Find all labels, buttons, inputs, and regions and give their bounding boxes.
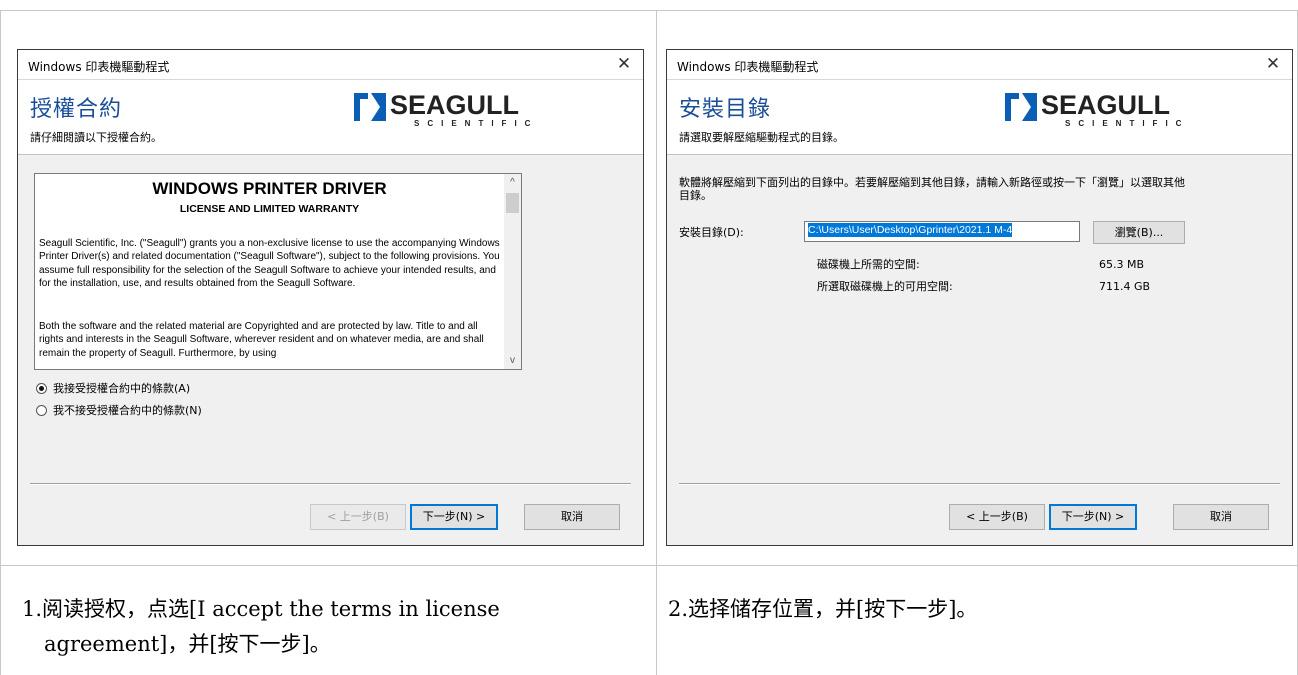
- grid-line: [0, 10, 1, 675]
- close-icon[interactable]: ✕: [613, 53, 635, 75]
- close-icon[interactable]: ✕: [1262, 53, 1284, 75]
- back-button[interactable]: < 上一步(B): [949, 504, 1045, 530]
- grid-line: [0, 565, 1298, 566]
- logo-wordmark: SEAGULL: [390, 90, 520, 120]
- license-text-box[interactable]: WINDOWS PRINTER DRIVER LICENSE AND LIMIT…: [34, 173, 522, 370]
- accept-radio-row[interactable]: 我接受授權合約中的條款(A): [36, 380, 190, 396]
- window-title: Windows 印表機驅動程式: [28, 60, 170, 74]
- page-subtitle: 請選取要解壓縮驅動程式的目錄。: [679, 131, 844, 144]
- page-subtitle: 請仔細閱讀以下授權合約。: [30, 131, 162, 144]
- page-title: 安裝目錄: [679, 97, 772, 122]
- wizard-header: 安裝目錄 請選取要解壓縮驅動程式的目錄。 SEAGULL SCIENTIFIC: [667, 80, 1292, 155]
- license-title: WINDOWS PRINTER DRIVER: [152, 179, 387, 198]
- scrollbar[interactable]: ^ v: [504, 174, 521, 369]
- cancel-button[interactable]: 取消: [524, 504, 620, 530]
- logo-wordmark: SEAGULL: [1041, 90, 1171, 120]
- accept-radio[interactable]: [36, 382, 47, 394]
- browse-button[interactable]: 瀏覽(B)...: [1093, 221, 1185, 244]
- scroll-thumb[interactable]: [506, 193, 519, 213]
- seagull-logo: SEAGULL SCIENTIFIC: [354, 90, 530, 130]
- separator: [30, 483, 631, 485]
- seagull-logo-mark-icon: [1005, 93, 1037, 121]
- logo-subtitle: SCIENTIFIC: [1065, 119, 1190, 128]
- next-button[interactable]: 下一步(N) >: [410, 504, 498, 530]
- accept-radio-label[interactable]: 我接受授權合約中的條款(A): [53, 380, 190, 396]
- license-subtitle: LICENSE AND LIMITED WARRANTY: [179, 203, 360, 215]
- scroll-down-icon[interactable]: v: [504, 352, 521, 369]
- title-bar: Windows 印表機驅動程式 ✕: [18, 50, 643, 80]
- window-title: Windows 印表機驅動程式: [677, 60, 819, 74]
- license-paragraph: Both the software and the related materi…: [39, 321, 484, 359]
- wizard-header: 授權合約 請仔細閱讀以下授權合約。 SEAGULL SCIENTIFIC: [18, 80, 643, 155]
- decline-radio[interactable]: [36, 404, 47, 416]
- seagull-logo-mark-icon: [354, 93, 386, 121]
- space-required-label: 磁碟機上所需的空間:: [817, 258, 920, 271]
- license-paragraph: Seagull Scientific, Inc. ("Seagull") gra…: [39, 238, 500, 290]
- back-button[interactable]: < 上一步(B): [310, 504, 406, 530]
- directory-input[interactable]: C:\Users\User\Desktop\Gprinter\2021.1 M-…: [804, 221, 1080, 242]
- step-caption-2: 2.选择储存位置，并[按下一步]。: [668, 597, 978, 621]
- title-bar: Windows 印表機驅動程式 ✕: [667, 50, 1292, 80]
- license-dialog: Windows 印表機驅動程式 ✕ 授權合約 請仔細閱讀以下授權合約。 SEAG…: [17, 49, 644, 546]
- instruction-text: 軟體將解壓縮到下面列出的目錄中。若要解壓縮到其他目錄，請輸入新路徑或按一下「瀏覽…: [679, 176, 1185, 202]
- directory-value: C:\Users\User\Desktop\Gprinter\2021.1 M-…: [808, 223, 1013, 237]
- space-available-value: 711.4 GB: [1099, 280, 1151, 293]
- page-title: 授權合約: [30, 97, 123, 122]
- step-caption-1: 1.阅读授权，点选[I accept the terms in license: [22, 597, 500, 621]
- next-button[interactable]: 下一步(N) >: [1049, 504, 1137, 530]
- install-directory-dialog: Windows 印表機驅動程式 ✕ 安裝目錄 請選取要解壓縮驅動程式的目錄。 S…: [666, 49, 1293, 546]
- grid-line: [0, 10, 1298, 11]
- decline-radio-row[interactable]: 我不接受授權合約中的條款(N): [36, 402, 202, 418]
- scroll-up-icon[interactable]: ^: [504, 174, 521, 191]
- decline-radio-label[interactable]: 我不接受授權合約中的條款(N): [53, 402, 202, 418]
- logo-subtitle: SCIENTIFIC: [414, 119, 539, 128]
- separator: [679, 483, 1280, 485]
- grid-line: [656, 10, 657, 675]
- seagull-logo: SEAGULL SCIENTIFIC: [1005, 90, 1181, 130]
- space-available-label: 所選取磁碟機上的可用空間:: [817, 280, 953, 293]
- step-caption-1-continued: agreement]，并[按下一步]。: [44, 632, 331, 656]
- cancel-button[interactable]: 取消: [1173, 504, 1269, 530]
- space-required-value: 65.3 MB: [1099, 258, 1145, 271]
- directory-label: 安裝目錄(D):: [679, 226, 744, 239]
